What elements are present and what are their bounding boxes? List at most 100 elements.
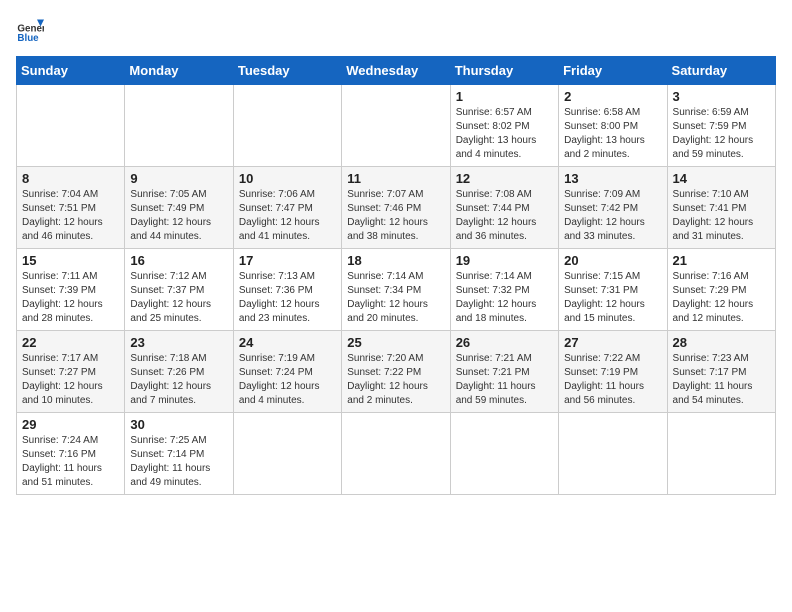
day-info: Sunrise: 7:20 AMSunset: 7:22 PMDaylight:… [347,352,444,408]
logo-icon: General Blue [16,16,44,44]
day-info: Sunrise: 6:58 AMSunset: 8:00 PMDaylight:… [564,106,661,162]
day-info: Sunrise: 7:13 AMSunset: 7:36 PMDaylight:… [239,270,336,326]
day-number: 28 [673,335,770,350]
day-number: 9 [130,171,227,186]
day-info: Sunrise: 7:24 AMSunset: 7:16 PMDaylight:… [22,434,119,490]
day-number: 30 [130,417,227,432]
calendar-cell: 1 Sunrise: 6:57 AMSunset: 8:02 PMDaylight… [450,85,558,167]
calendar-cell: 17 Sunrise: 7:13 AMSunset: 7:36 PMDayligh… [233,249,341,331]
day-info: Sunrise: 7:16 AMSunset: 7:29 PMDaylight:… [673,270,770,326]
calendar-cell [233,85,341,167]
calendar-cell: 29 Sunrise: 7:24 AMSunset: 7:16 PMDayligh… [17,413,125,495]
day-number: 25 [347,335,444,350]
col-header-saturday: Saturday [667,57,775,85]
day-number: 16 [130,253,227,268]
calendar-cell: 20 Sunrise: 7:15 AMSunset: 7:31 PMDayligh… [559,249,667,331]
day-number: 18 [347,253,444,268]
calendar-cell: 2 Sunrise: 6:58 AMSunset: 8:00 PMDaylight… [559,85,667,167]
header: General Blue [16,16,776,44]
day-number: 1 [456,89,553,104]
calendar-cell: 3Sunrise: 6:59 AMSunset: 7:59 PMDaylight… [667,85,775,167]
col-header-friday: Friday [559,57,667,85]
day-number: 14 [673,171,770,186]
col-header-wednesday: Wednesday [342,57,450,85]
calendar-cell [17,85,125,167]
day-number: 20 [564,253,661,268]
calendar-cell: 25 Sunrise: 7:20 AMSunset: 7:22 PMDayligh… [342,331,450,413]
day-number: 11 [347,171,444,186]
day-info: Sunrise: 7:25 AMSunset: 7:14 PMDaylight:… [130,434,227,490]
week-row-1: 1 Sunrise: 6:57 AMSunset: 8:02 PMDaylight… [17,85,776,167]
day-number: 23 [130,335,227,350]
day-number: 24 [239,335,336,350]
calendar-cell [233,413,341,495]
calendar-cell [342,413,450,495]
day-info: Sunrise: 7:08 AMSunset: 7:44 PMDaylight:… [456,188,553,244]
col-header-monday: Monday [125,57,233,85]
calendar-cell: 9 Sunrise: 7:05 AMSunset: 7:49 PMDaylight… [125,167,233,249]
day-number: 26 [456,335,553,350]
col-header-tuesday: Tuesday [233,57,341,85]
calendar-cell: 23 Sunrise: 7:18 AMSunset: 7:26 PMDayligh… [125,331,233,413]
calendar-cell: 27 Sunrise: 7:22 AMSunset: 7:19 PMDayligh… [559,331,667,413]
week-row-4: 22 Sunrise: 7:17 AMSunset: 7:27 PMDayligh… [17,331,776,413]
calendar-cell: 28 Sunrise: 7:23 AMSunset: 7:17 PMDayligh… [667,331,775,413]
calendar-cell: 15 Sunrise: 7:11 AMSunset: 7:39 PMDayligh… [17,249,125,331]
day-info: Sunrise: 7:23 AMSunset: 7:17 PMDaylight:… [673,352,770,408]
day-number: 10 [239,171,336,186]
col-header-sunday: Sunday [17,57,125,85]
col-header-thursday: Thursday [450,57,558,85]
day-number: 29 [22,417,119,432]
calendar-cell [667,413,775,495]
calendar-cell: 22 Sunrise: 7:17 AMSunset: 7:27 PMDayligh… [17,331,125,413]
day-info: Sunrise: 6:59 AMSunset: 7:59 PMDaylight:… [673,106,770,162]
calendar-cell: 16 Sunrise: 7:12 AMSunset: 7:37 PMDayligh… [125,249,233,331]
day-info: Sunrise: 7:17 AMSunset: 7:27 PMDaylight:… [22,352,119,408]
calendar-cell: 14Sunrise: 7:10 AMSunset: 7:41 PMDayligh… [667,167,775,249]
calendar-cell: 19 Sunrise: 7:14 AMSunset: 7:32 PMDayligh… [450,249,558,331]
day-info: Sunrise: 7:05 AMSunset: 7:49 PMDaylight:… [130,188,227,244]
logo: General Blue [16,16,44,44]
calendar-cell: 12Sunrise: 7:08 AMSunset: 7:44 PMDayligh… [450,167,558,249]
day-info: Sunrise: 7:15 AMSunset: 7:31 PMDaylight:… [564,270,661,326]
day-info: Sunrise: 7:07 AMSunset: 7:46 PMDaylight:… [347,188,444,244]
day-info: Sunrise: 7:12 AMSunset: 7:37 PMDaylight:… [130,270,227,326]
calendar-cell [559,413,667,495]
calendar-table: SundayMondayTuesdayWednesdayThursdayFrid… [16,56,776,495]
calendar-header: SundayMondayTuesdayWednesdayThursdayFrid… [17,57,776,85]
day-info: Sunrise: 7:19 AMSunset: 7:24 PMDaylight:… [239,352,336,408]
calendar-cell [125,85,233,167]
day-info: Sunrise: 7:09 AMSunset: 7:42 PMDaylight:… [564,188,661,244]
calendar-cell: 11 Sunrise: 7:07 AMSunset: 7:46 PMDayligh… [342,167,450,249]
calendar-cell: 26 Sunrise: 7:21 AMSunset: 7:21 PMDayligh… [450,331,558,413]
calendar-body: 1 Sunrise: 6:57 AMSunset: 8:02 PMDaylight… [17,85,776,495]
day-info: Sunrise: 6:57 AMSunset: 8:02 PMDaylight:… [456,106,553,162]
week-row-2: 8 Sunrise: 7:04 AMSunset: 7:51 PMDaylight… [17,167,776,249]
calendar-cell [342,85,450,167]
day-info: Sunrise: 7:11 AMSunset: 7:39 PMDaylight:… [22,270,119,326]
day-info: Sunrise: 7:21 AMSunset: 7:21 PMDaylight:… [456,352,553,408]
day-info: Sunrise: 7:14 AMSunset: 7:32 PMDaylight:… [456,270,553,326]
week-row-5: 29 Sunrise: 7:24 AMSunset: 7:16 PMDayligh… [17,413,776,495]
day-number: 15 [22,253,119,268]
day-info: Sunrise: 7:04 AMSunset: 7:51 PMDaylight:… [22,188,119,244]
svg-text:Blue: Blue [17,33,39,44]
day-number: 8 [22,171,119,186]
day-number: 2 [564,89,661,104]
calendar-cell: 8 Sunrise: 7:04 AMSunset: 7:51 PMDaylight… [17,167,125,249]
calendar-cell: 10 Sunrise: 7:06 AMSunset: 7:47 PMDayligh… [233,167,341,249]
calendar-cell: 21Sunrise: 7:16 AMSunset: 7:29 PMDayligh… [667,249,775,331]
day-info: Sunrise: 7:14 AMSunset: 7:34 PMDaylight:… [347,270,444,326]
day-number: 19 [456,253,553,268]
day-number: 27 [564,335,661,350]
calendar-cell: 30 Sunrise: 7:25 AMSunset: 7:14 PMDayligh… [125,413,233,495]
day-info: Sunrise: 7:22 AMSunset: 7:19 PMDaylight:… [564,352,661,408]
week-row-3: 15 Sunrise: 7:11 AMSunset: 7:39 PMDayligh… [17,249,776,331]
day-info: Sunrise: 7:18 AMSunset: 7:26 PMDaylight:… [130,352,227,408]
day-number: 22 [22,335,119,350]
calendar-cell [450,413,558,495]
header-row: SundayMondayTuesdayWednesdayThursdayFrid… [17,57,776,85]
calendar-cell: 13Sunrise: 7:09 AMSunset: 7:42 PMDayligh… [559,167,667,249]
day-number: 17 [239,253,336,268]
day-info: Sunrise: 7:06 AMSunset: 7:47 PMDaylight:… [239,188,336,244]
